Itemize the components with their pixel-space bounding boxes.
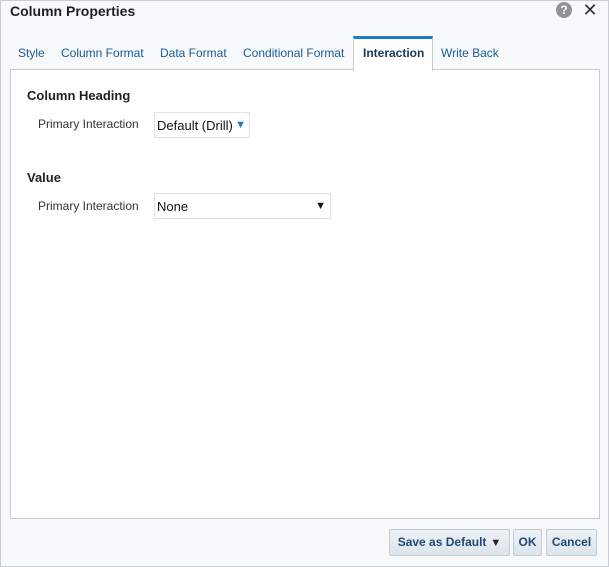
value-primary-interaction-select[interactable]: None ▼ [154,193,331,219]
ok-button[interactable]: OK [513,529,542,556]
column-heading-primary-interaction-value: Default (Drill) [157,118,233,133]
tab-conditional-format[interactable]: Conditional Format [243,46,344,60]
interaction-panel: Column Heading Primary Interaction Defau… [10,69,600,519]
save-as-default-label: Save as Default [397,535,487,549]
close-icon[interactable]: ✕ [581,0,599,20]
save-as-default-button[interactable]: Save as Default ▼ [389,529,510,556]
column-heading-primary-interaction-select[interactable]: Default (Drill) ▼ [154,112,250,138]
dialog-titlebar: Column Properties ? ✕ [1,0,608,25]
column-heading-primary-interaction-label: Primary Interaction [38,117,139,131]
tab-data-format[interactable]: Data Format [160,46,227,60]
tab-write-back[interactable]: Write Back [441,46,499,60]
value-primary-interaction-label: Primary Interaction [38,199,139,213]
column-heading-section-title: Column Heading [27,88,131,103]
value-primary-interaction-value: None [157,199,189,214]
caret-down-icon: ▼ [490,537,502,549]
tab-interaction[interactable]: Interaction [353,36,433,71]
tab-column-format[interactable]: Column Format [61,46,144,60]
chevron-down-icon: ▼ [235,119,246,131]
dialog-title: Column Properties [10,3,136,19]
value-section-title: Value [27,170,61,185]
tab-style[interactable]: Style [18,46,45,60]
cancel-button[interactable]: Cancel [546,529,597,556]
tab-bar: Style Column Format Data Format Conditio… [10,36,600,71]
help-icon[interactable]: ? [556,2,572,18]
column-properties-dialog: Column Properties ? ✕ Style Column Forma… [0,0,609,567]
chevron-down-icon: ▼ [315,200,326,212]
